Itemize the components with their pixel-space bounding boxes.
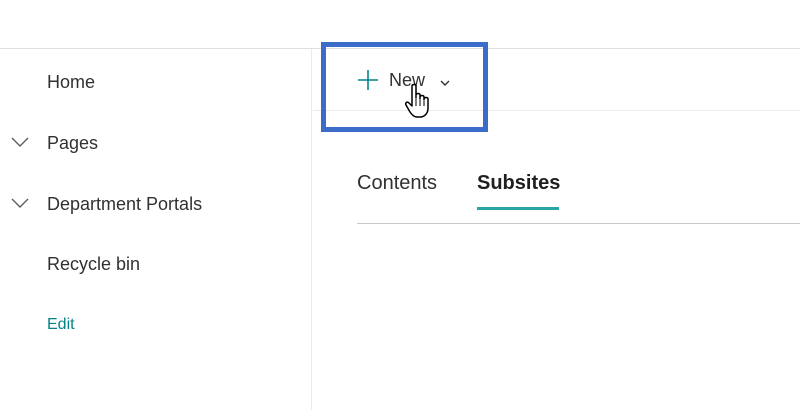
chevron-down-icon[interactable] (10, 134, 30, 150)
new-button-label: New (389, 70, 426, 90)
sidebar-item-label: Home (47, 72, 96, 92)
left-navigation: Home Pages Department Portals Recycle bi… (0, 49, 312, 410)
selected-tab-indicator (477, 207, 559, 210)
chevron-down-icon[interactable] (10, 195, 30, 211)
plus-icon (357, 69, 379, 91)
new-button[interactable]: New (353, 63, 463, 97)
sidebar-item-label: Department Portals (47, 194, 203, 214)
sidebar-item-home[interactable]: Home (0, 61, 311, 101)
page: Home Pages Department Portals Recycle bi… (0, 0, 800, 410)
sidebar-item-label: Recycle bin (47, 254, 141, 274)
edit-link[interactable]: Edit (0, 304, 311, 344)
tab-subsites[interactable]: Subsites (477, 171, 560, 195)
sidebar-item-department-portals[interactable]: Department Portals (0, 183, 311, 223)
sidebar-item-pages[interactable]: Pages (0, 122, 311, 162)
sidebar-item-recycle-bin[interactable]: Recycle bin (0, 243, 311, 283)
tabs-divider (357, 223, 800, 224)
chevron-down-icon[interactable] (439, 75, 451, 86)
edit-link-label: Edit (47, 316, 75, 333)
content-tabs: Contents Subsites (357, 165, 800, 225)
sidebar-item-label: Pages (47, 133, 99, 153)
tab-contents[interactable]: Contents (357, 171, 437, 195)
command-bar: New (313, 49, 800, 111)
